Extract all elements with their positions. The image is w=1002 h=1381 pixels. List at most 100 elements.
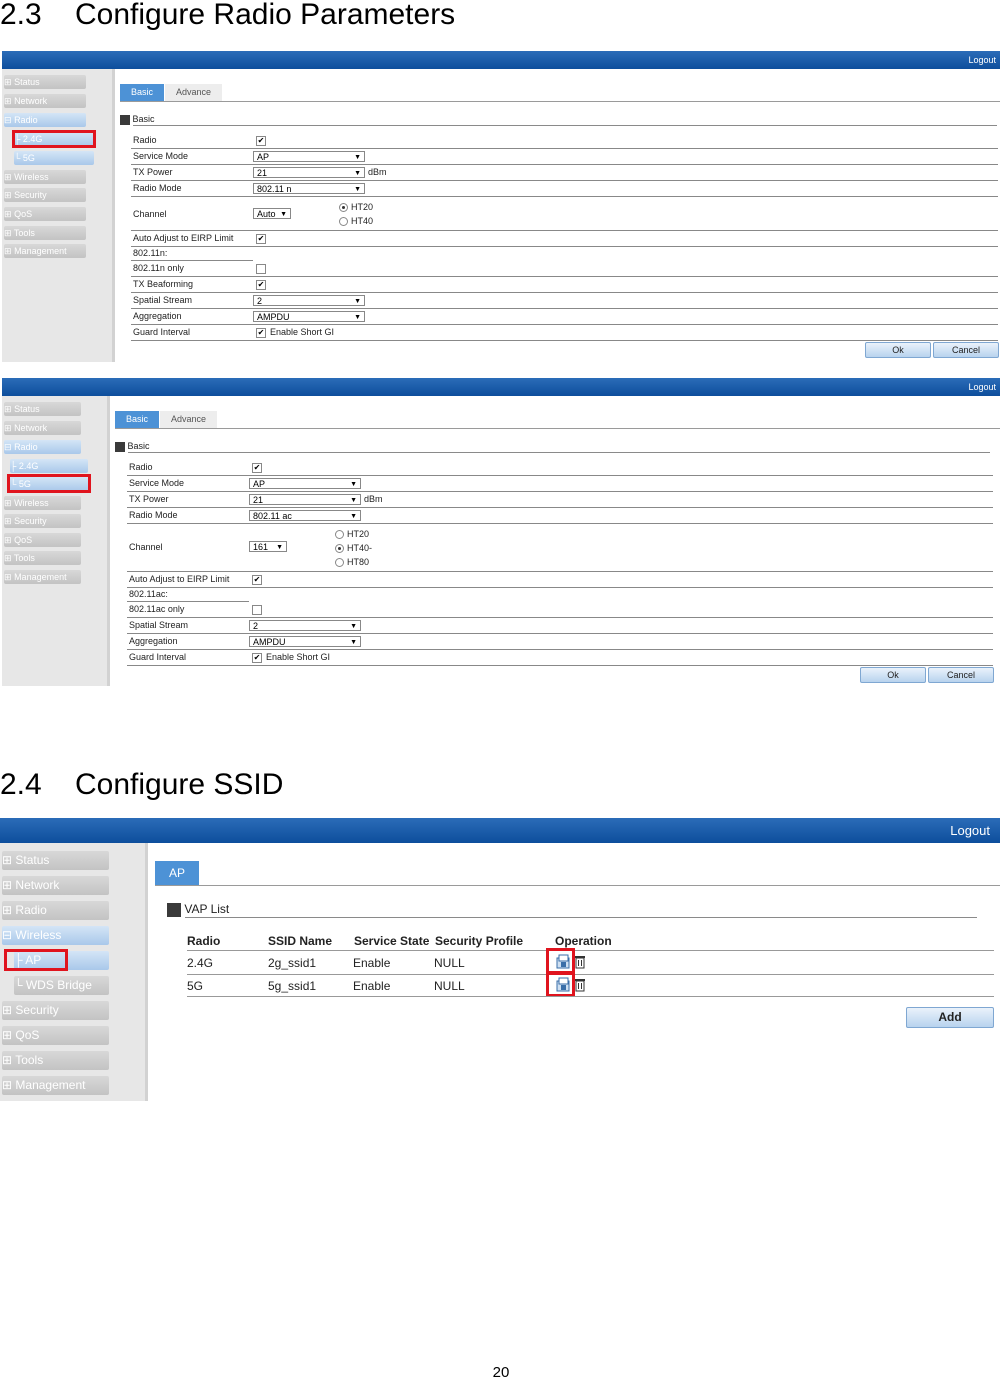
aggregation-select[interactable]: AMPDU ▼ xyxy=(253,311,365,322)
row-channel: Channel 161 ▼ HT20 HT40- HT80 xyxy=(127,524,993,572)
service-mode-select[interactable]: AP ▼ xyxy=(253,151,365,162)
tx-power-select[interactable]: 21 ▼ xyxy=(249,494,361,505)
service-mode-select[interactable]: AP ▼ xyxy=(249,478,361,489)
column-service-state: Service State xyxy=(354,934,430,948)
radio-5g-screenshot: Logout ⊞ Status ⊞ Network ⊟ Radio ├ 2.4G… xyxy=(2,378,1000,686)
eirp-label: Auto Adjust to EIRP Limit xyxy=(133,233,234,243)
add-button[interactable]: Add xyxy=(906,1007,994,1028)
nav-qos[interactable]: ⊞ QoS xyxy=(2,1026,109,1045)
spatial-select[interactable]: 2 ▼ xyxy=(253,295,365,306)
section-title: Configure SSID xyxy=(75,768,284,801)
radio-checkbox[interactable]: ✔ xyxy=(252,463,262,473)
nav-radio[interactable]: ⊞ Radio xyxy=(2,901,109,920)
only-checkbox[interactable] xyxy=(256,264,266,274)
tab-advance[interactable]: Advance xyxy=(165,84,222,101)
channel-select[interactable]: Auto ▼ xyxy=(253,208,291,219)
nav-network[interactable]: ⊞ Network xyxy=(2,876,109,895)
trash-icon[interactable] xyxy=(573,954,588,969)
nav-management[interactable]: ⊞ Management xyxy=(4,570,81,584)
sidebar: ⊞ Status ⊞ Network ⊟ Radio ├ 2.4G └ 5G ⊞… xyxy=(2,396,110,686)
nav-wireless-wds-bridge[interactable]: └ WDS Bridge xyxy=(14,976,109,995)
radio-label: Radio xyxy=(129,462,153,472)
eirp-checkbox[interactable]: ✔ xyxy=(256,234,266,244)
ok-button[interactable]: Ok xyxy=(860,667,926,683)
spatial-label: Spatial Stream xyxy=(133,295,193,305)
group-title: VAP List xyxy=(167,902,229,917)
row-tx-power: TX Power 21 ▼ dBm xyxy=(127,492,993,508)
ht20-label: HT20 xyxy=(347,529,370,539)
nav-tools[interactable]: ⊞ Tools xyxy=(4,551,81,565)
only-checkbox[interactable] xyxy=(252,605,262,615)
ht80-radio[interactable] xyxy=(335,558,344,567)
radio-mode-select[interactable]: 802.11 n ▼ xyxy=(253,183,365,194)
tx-power-label: TX Power xyxy=(129,494,169,504)
tab-ap[interactable]: AP xyxy=(155,861,199,885)
nav-radio[interactable]: ⊟ Radio xyxy=(4,113,86,127)
nav-management[interactable]: ⊞ Management xyxy=(4,244,86,258)
nav-security[interactable]: ⊞ Security xyxy=(2,1001,109,1020)
trash-icon[interactable] xyxy=(573,977,588,992)
nav-radio-24g[interactable]: ├ 2.4G xyxy=(10,459,88,473)
section-number: 2.4 xyxy=(0,768,42,801)
group-title: Basic xyxy=(115,441,150,452)
nav-radio-5g[interactable]: └ 5G xyxy=(14,151,94,165)
tx-power-select[interactable]: 21 ▼ xyxy=(253,167,365,178)
highlight-box xyxy=(4,949,68,971)
spatial-select[interactable]: 2 ▼ xyxy=(249,620,361,631)
tab-basic[interactable]: Basic xyxy=(115,411,159,428)
guard-label: Guard Interval xyxy=(133,327,191,337)
logout-link[interactable]: Logout xyxy=(968,382,996,392)
nav-wireless[interactable]: ⊞ Wireless xyxy=(4,496,81,510)
ht20-radio[interactable] xyxy=(339,203,348,212)
nav-tools[interactable]: ⊞ Tools xyxy=(2,1051,109,1070)
nav-status[interactable]: ⊞ Status xyxy=(4,75,86,89)
nav-network[interactable]: ⊞ Network xyxy=(4,94,86,108)
nav-security[interactable]: ⊞ Security xyxy=(4,514,81,528)
tab-advance[interactable]: Advance xyxy=(160,411,217,428)
aggregation-select[interactable]: AMPDU ▼ xyxy=(249,636,361,647)
ht20-radio[interactable] xyxy=(335,530,344,539)
highlight-box xyxy=(7,474,91,493)
guard-checkbox[interactable]: ✔ xyxy=(256,328,266,338)
cancel-button[interactable]: Cancel xyxy=(928,667,994,683)
logout-link[interactable]: Logout xyxy=(968,55,996,65)
ok-button[interactable]: Ok xyxy=(865,342,931,358)
cell-radio: 5G xyxy=(187,979,204,993)
radio-mode-select[interactable]: 802.11 ac ▼ xyxy=(249,510,361,521)
nav-radio[interactable]: ⊟ Radio xyxy=(4,440,81,454)
nav-network[interactable]: ⊞ Network xyxy=(4,421,81,435)
radio-checkbox[interactable]: ✔ xyxy=(256,136,266,146)
eirp-checkbox[interactable]: ✔ xyxy=(252,575,262,585)
nav-qos[interactable]: ⊞ QoS xyxy=(4,207,86,221)
aggregation-label: Aggregation xyxy=(129,636,178,646)
channel-select[interactable]: 161 ▼ xyxy=(249,541,287,552)
top-bar: Logout xyxy=(0,818,1000,843)
nav-status[interactable]: ⊞ Status xyxy=(2,851,109,870)
logout-link[interactable]: Logout xyxy=(950,823,990,838)
tx-power-unit: dBm xyxy=(368,167,387,177)
nav-management[interactable]: ⊞ Management xyxy=(2,1076,109,1095)
row-aggregation: Aggregation AMPDU ▼ xyxy=(131,309,998,325)
beamforming-label: TX Beaforming xyxy=(133,279,194,289)
cell-ssid: 2g_ssid1 xyxy=(268,956,317,970)
row-spatial: Spatial Stream 2 ▼ xyxy=(127,618,993,634)
guard-value: Enable Short GI xyxy=(270,327,335,337)
cancel-button[interactable]: Cancel xyxy=(933,342,999,358)
row-radio-mode: Radio Mode 802.11 ac ▼ xyxy=(127,508,993,524)
nav-security[interactable]: ⊞ Security xyxy=(4,188,86,202)
ht40-radio[interactable] xyxy=(339,217,348,226)
nav-qos[interactable]: ⊞ QoS xyxy=(4,533,81,547)
ht40-label: HT40- xyxy=(347,543,373,553)
service-mode-label: Service Mode xyxy=(133,151,189,161)
nav-status[interactable]: ⊞ Status xyxy=(4,402,81,416)
nav-tools[interactable]: ⊞ Tools xyxy=(4,226,86,240)
page-number: 20 xyxy=(492,1364,510,1381)
top-bar: Logout xyxy=(2,51,1000,69)
nav-wireless[interactable]: ⊟ Wireless xyxy=(2,926,109,945)
guard-checkbox[interactable]: ✔ xyxy=(252,653,262,663)
column-radio: Radio xyxy=(187,934,221,948)
ht40-radio[interactable] xyxy=(335,544,344,553)
beamforming-checkbox[interactable]: ✔ xyxy=(256,280,266,290)
tab-basic[interactable]: Basic xyxy=(120,84,164,101)
nav-wireless[interactable]: ⊞ Wireless xyxy=(4,170,86,184)
